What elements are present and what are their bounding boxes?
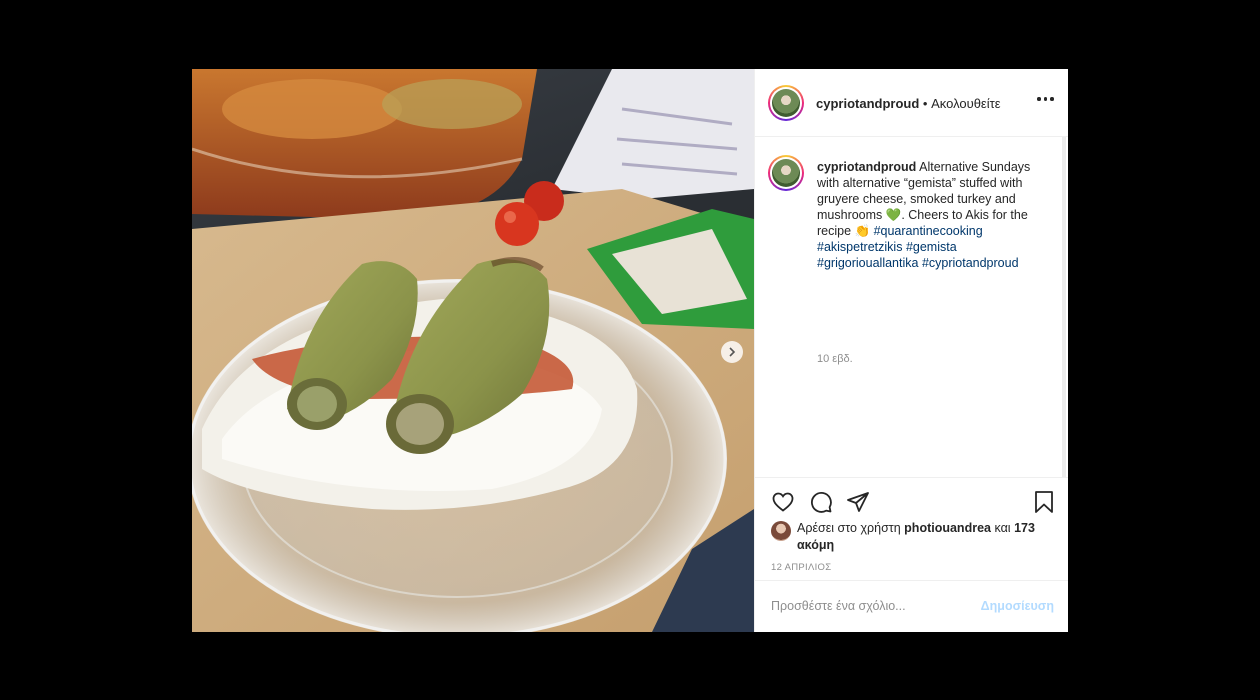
- hashtag-link[interactable]: #akispetretzikis: [817, 240, 902, 254]
- next-photo-button[interactable]: [721, 341, 743, 363]
- hashtag-link[interactable]: #cypriotandproud: [922, 256, 1019, 270]
- post-comment-button[interactable]: Δημοσίευση: [981, 599, 1054, 613]
- post-side-panel: cypriotandproud • Ακολουθείτε cypriotand…: [754, 69, 1068, 632]
- comments-scrollbar[interactable]: [1062, 137, 1066, 477]
- likes-text: Αρέσει στο χρήστη photiouandrea και 173 …: [797, 520, 1047, 554]
- author-avatar[interactable]: [768, 85, 804, 121]
- post-photo[interactable]: [192, 69, 754, 632]
- post-date[interactable]: 12 ΑΠΡΙΛΙΟΣ: [771, 562, 831, 573]
- hashtag-link[interactable]: #grigoriouallantika: [817, 256, 918, 270]
- post-modal: cypriotandproud • Ακολουθείτε cypriotand…: [192, 69, 1068, 632]
- liker-username[interactable]: photiouandrea: [904, 521, 991, 535]
- hashtag-link[interactable]: #gemista: [906, 240, 957, 254]
- add-comment-section: Προσθέστε ένα σχόλιο... Δημοσίευση: [755, 580, 1068, 632]
- likes-and: και: [994, 521, 1011, 535]
- chevron-right-icon: [729, 347, 736, 357]
- author-username[interactable]: cypriotandproud: [816, 96, 919, 111]
- likes-prefix: Αρέσει στο χρήστη: [797, 521, 901, 535]
- share-icon[interactable]: [846, 490, 870, 514]
- post-caption: cypriotandproud Alternative Sundays with…: [817, 159, 1045, 271]
- liker-avatar[interactable]: [771, 521, 791, 541]
- comment-input[interactable]: Προσθέστε ένα σχόλιο...: [771, 599, 971, 613]
- comments-area: cypriotandproud Alternative Sundays with…: [755, 137, 1068, 477]
- post-actions: Αρέσει στο χρήστη photiouandrea και 173 …: [755, 477, 1068, 581]
- comment-icon[interactable]: [809, 490, 833, 514]
- caption-username[interactable]: cypriotandproud: [817, 160, 916, 174]
- more-options-icon[interactable]: [1037, 97, 1054, 101]
- follow-status[interactable]: • Ακολουθείτε: [923, 96, 1001, 111]
- heart-icon[interactable]: [771, 490, 795, 514]
- post-header: cypriotandproud • Ακολουθείτε: [755, 69, 1068, 137]
- header-user-line: cypriotandproud • Ακολουθείτε: [816, 96, 1001, 111]
- caption-author-avatar[interactable]: [768, 155, 804, 191]
- bookmark-icon[interactable]: [1032, 490, 1056, 514]
- hashtag-link[interactable]: #quarantinecooking: [874, 224, 983, 238]
- food-photo-illustration: [192, 69, 754, 632]
- post-age[interactable]: 10 εβδ.: [817, 353, 853, 365]
